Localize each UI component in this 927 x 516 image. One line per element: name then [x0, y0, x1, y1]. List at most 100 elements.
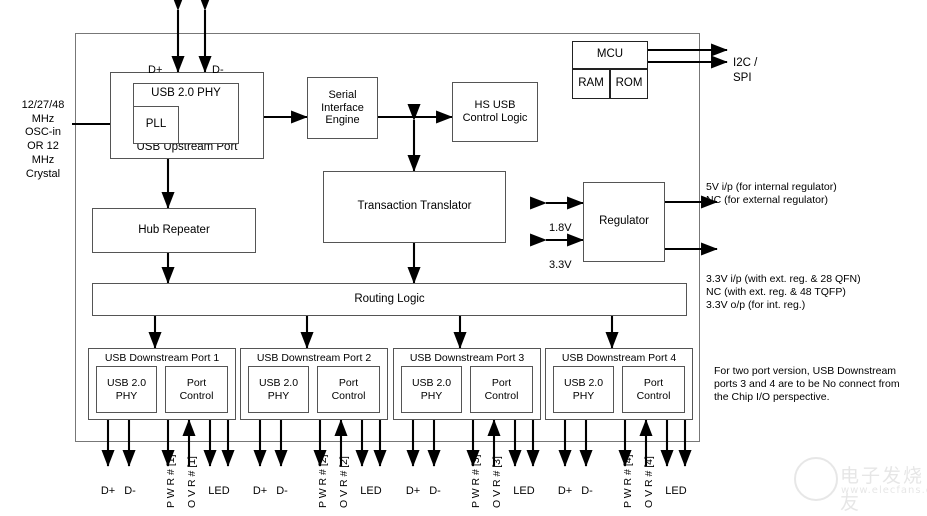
pinlabel-port-4-dplus-text: D+ [557, 484, 573, 497]
pinlabel-port-3-pwr-text: P W R # [3] [470, 454, 482, 509]
label-clock-input: 12/27/48 MHz OSC-in OR 12 MHz Crystal [14, 85, 72, 181]
block-mcu-label: MCU [596, 48, 624, 61]
block-usb20-phy-upstream-label: USB 2.0 PHY [151, 87, 221, 99]
block-downstream-port-3-label: USB Downstream Port 3 [409, 352, 525, 364]
block-port-4-phy: USB 2.0 PHY [553, 366, 614, 413]
label-upstream-dminus-text: D- [212, 63, 224, 76]
pinlabel-port-1-led: LED [200, 471, 238, 499]
pinlabel-port-3-led: LED [505, 471, 543, 499]
pinlabel-port-2-dplus-text: D+ [252, 484, 268, 497]
block-port-3-control: Port Control [470, 366, 533, 413]
pinlabel-port-1-dminus: D- [118, 471, 142, 499]
block-port-4-control-label: Port Control [636, 377, 671, 402]
label-regulator-5v-note: 5V i/p (for internal regulator) NC (for … [706, 168, 837, 207]
block-regulator: Regulator [583, 182, 665, 262]
label-i2c-spi-text: I2C / SPI [733, 57, 758, 84]
pinlabel-port-1-dplus: D+ [96, 471, 120, 499]
label-regulator-33v-note-text: 3.3V i/p (with ext. reg. & 28 QFN) NC (w… [706, 273, 861, 312]
label-rail-33v: 3.3V [549, 245, 572, 273]
pinlabel-port-1-dminus-text: D- [124, 484, 136, 497]
pinlabel-port-2-led-text: LED [360, 484, 382, 497]
pinlabel-port-1-ovr: O V R # [1] [186, 456, 198, 508]
label-regulator-33v-note: 3.3V i/p (with ext. reg. & 28 QFN) NC (w… [706, 260, 861, 313]
block-port-1-control-label: Port Control [179, 377, 214, 402]
pinlabel-port-4-led-text: LED [665, 484, 687, 497]
pinlabel-port-4-dplus: D+ [553, 471, 577, 499]
block-port-2-control: Port Control [317, 366, 380, 413]
block-hub-repeater: Hub Repeater [92, 208, 256, 253]
pinlabel-port-2-led: LED [352, 471, 390, 499]
pinlabel-port-2-ovr-text: O V R # [2] [338, 456, 350, 508]
pinlabel-port-3-ovr-text: O V R # [3] [491, 456, 503, 508]
pinlabel-port-1-ovr-text: O V R # [1] [186, 456, 198, 508]
block-port-1-phy: USB 2.0 PHY [96, 366, 157, 413]
pinlabel-port-3-dminus-text: D- [429, 484, 441, 497]
block-port-4-phy-label: USB 2.0 PHY [563, 377, 604, 402]
pinlabel-port-2-dplus: D+ [248, 471, 272, 499]
block-port-1-control: Port Control [165, 366, 228, 413]
pinlabel-port-4-ovr-text: O V R # [4] [643, 456, 655, 508]
pinlabel-port-3-pwr: P W R # [3] [470, 455, 482, 509]
block-hs-usb-control-logic-label: HS USB Control Logic [462, 99, 528, 124]
block-pll-label: PLL [145, 118, 167, 131]
block-port-2-phy: USB 2.0 PHY [248, 366, 309, 413]
block-pll: PLL [133, 106, 179, 144]
block-port-4-control: Port Control [622, 366, 685, 413]
label-clock-input-text: 12/27/48 MHz OSC-in OR 12 MHz Crystal [21, 98, 65, 180]
pinlabel-port-2-dminus-text: D- [276, 484, 288, 497]
block-port-1-phy-label: USB 2.0 PHY [106, 377, 147, 402]
pinlabel-port-1-pwr: P W R # [1] [165, 455, 177, 509]
block-port-3-control-label: Port Control [484, 377, 519, 402]
pinlabel-port-2-ovr: O V R # [2] [338, 456, 350, 508]
block-serial-interface-engine-label: Serial Interface Engine [321, 88, 364, 127]
block-hub-repeater-label: Hub Repeater [138, 223, 210, 236]
pinlabel-port-4-dminus: D- [575, 471, 599, 499]
pinlabel-port-4-pwr-text: P W R # [4] [622, 454, 634, 509]
pinlabel-port-3-dplus: D+ [401, 471, 425, 499]
watermark-url: www.elecfans.com [841, 485, 927, 496]
watermark-url-text: www.elecfans.com [841, 485, 927, 496]
label-regulator-5v-note-text: 5V i/p (for internal regulator) NC (for … [706, 181, 837, 207]
label-upstream-dplus-text: D+ [148, 63, 163, 76]
block-hs-usb-control-logic: HS USB Control Logic [452, 82, 538, 142]
block-port-3-phy: USB 2.0 PHY [401, 366, 462, 413]
label-i2c-spi: I2C / SPI [733, 42, 757, 85]
label-rail-18v: 1.8V [549, 208, 572, 236]
block-rom-label: ROM [615, 77, 643, 90]
pinlabel-port-2-pwr-text: P W R # [2] [317, 454, 329, 509]
block-ram: RAM [572, 69, 610, 99]
watermark-logo-icon [794, 457, 838, 501]
block-transaction-translator: Transaction Translator [323, 171, 506, 243]
pinlabel-port-3-dplus-text: D+ [405, 484, 421, 497]
pinlabel-port-3-ovr: O V R # [3] [491, 456, 503, 508]
pinlabel-port-1-dplus-text: D+ [100, 484, 116, 497]
pinlabel-port-1-pwr-text: P W R # [1] [165, 454, 177, 509]
note-two-port-version: For two port version, USB Downstream por… [714, 352, 919, 405]
block-diagram-canvas: USB Upstream Port USB 2.0 PHY PLL Serial… [0, 0, 927, 516]
pinlabel-port-4-dminus-text: D- [581, 484, 593, 497]
note-two-port-version-text: For two port version, USB Downstream por… [714, 365, 900, 404]
block-port-3-phy-label: USB 2.0 PHY [411, 377, 452, 402]
pinlabel-port-4-ovr: O V R # [4] [643, 456, 655, 508]
block-ram-label: RAM [578, 77, 604, 90]
label-rail-18v-text: 1.8V [549, 221, 572, 234]
block-downstream-port-1-label: USB Downstream Port 1 [104, 352, 220, 364]
pinlabel-port-3-dminus: D- [423, 471, 447, 499]
pinlabel-port-4-led: LED [657, 471, 695, 499]
block-routing-logic-label: Routing Logic [354, 292, 425, 305]
block-rom: ROM [610, 69, 648, 99]
label-rail-33v-text: 3.3V [549, 258, 572, 271]
label-upstream-dplus: D+ [148, 50, 162, 78]
pinlabel-port-1-led-text: LED [208, 484, 230, 497]
block-port-2-phy-label: USB 2.0 PHY [258, 377, 299, 402]
block-transaction-translator-label: Transaction Translator [357, 200, 472, 213]
label-upstream-dminus: D- [212, 50, 224, 78]
block-regulator-label: Regulator [599, 215, 649, 228]
block-routing-logic: Routing Logic [92, 283, 687, 316]
block-port-2-control-label: Port Control [331, 377, 366, 402]
pinlabel-port-3-led-text: LED [513, 484, 535, 497]
pinlabel-port-2-pwr: P W R # [2] [317, 455, 329, 509]
block-downstream-port-4-label: USB Downstream Port 4 [561, 352, 677, 364]
block-mcu: MCU [572, 41, 648, 69]
block-downstream-port-2-label: USB Downstream Port 2 [256, 352, 372, 364]
